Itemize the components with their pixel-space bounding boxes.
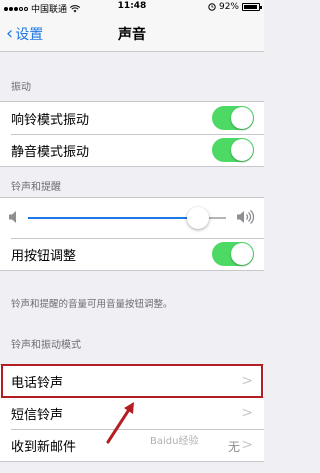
section-header-ringer: 铃声和提醒	[11, 182, 61, 193]
alarm-icon	[208, 3, 216, 11]
silent-vibrate-toggle[interactable]	[212, 138, 254, 162]
battery-percent: 92%	[218, 2, 239, 12]
section-header-patterns: 铃声和振动模式	[11, 340, 81, 351]
cell-silent-vibrate: 静音模式振动	[0, 134, 264, 166]
toggle-knob	[231, 107, 253, 129]
vibration-group: 响铃模式振动 静音模式振动	[0, 101, 264, 167]
back-label: 设置	[15, 27, 44, 43]
volume-slider-fill	[28, 217, 199, 219]
cell-ring-vibrate: 响铃模式振动	[0, 102, 264, 134]
chevron-right-icon: >	[241, 405, 253, 421]
status-bar: 中国联通 11:48 92%	[0, 0, 264, 15]
status-bar-right: 92%	[208, 2, 262, 12]
ringer-footnote: 铃声和提醒的音量可用音量按钮调整。	[11, 299, 173, 310]
cell-label: 响铃模式振动	[11, 112, 90, 128]
cell-label: 用按钮调整	[11, 248, 77, 264]
navigation-bar: ‹ 设置 声音	[0, 14, 264, 52]
annotation-arrow-icon	[106, 402, 134, 444]
cell-label: 短信铃声	[11, 407, 64, 423]
volume-slider-thumb[interactable]	[187, 207, 210, 229]
volume-low-icon	[9, 211, 16, 223]
chevron-right-icon: >	[241, 437, 253, 453]
battery-icon	[242, 3, 262, 11]
toggle-knob	[231, 139, 253, 161]
volume-slider-cell	[0, 198, 264, 238]
watermark: Baidu经验	[150, 436, 199, 447]
chevron-left-icon: ‹	[6, 23, 14, 44]
ringer-group: 用按钮调整	[0, 197, 264, 271]
toggle-knob	[231, 243, 253, 265]
ringtone-highlight-box	[1, 364, 263, 398]
cell-value: 无	[227, 440, 240, 454]
section-header-vibration: 振动	[11, 82, 31, 93]
back-button[interactable]: ‹ 设置	[6, 24, 43, 44]
cell-label: 静音模式振动	[11, 144, 90, 160]
volume-slider[interactable]	[28, 207, 226, 229]
volume-high-icon	[237, 210, 255, 224]
cell-label: 收到新邮件	[11, 439, 77, 455]
cell-adjust-with-buttons: 用按钮调整	[0, 238, 264, 270]
ring-vibrate-toggle[interactable]	[212, 106, 254, 130]
adjust-with-buttons-toggle[interactable]	[212, 242, 254, 266]
